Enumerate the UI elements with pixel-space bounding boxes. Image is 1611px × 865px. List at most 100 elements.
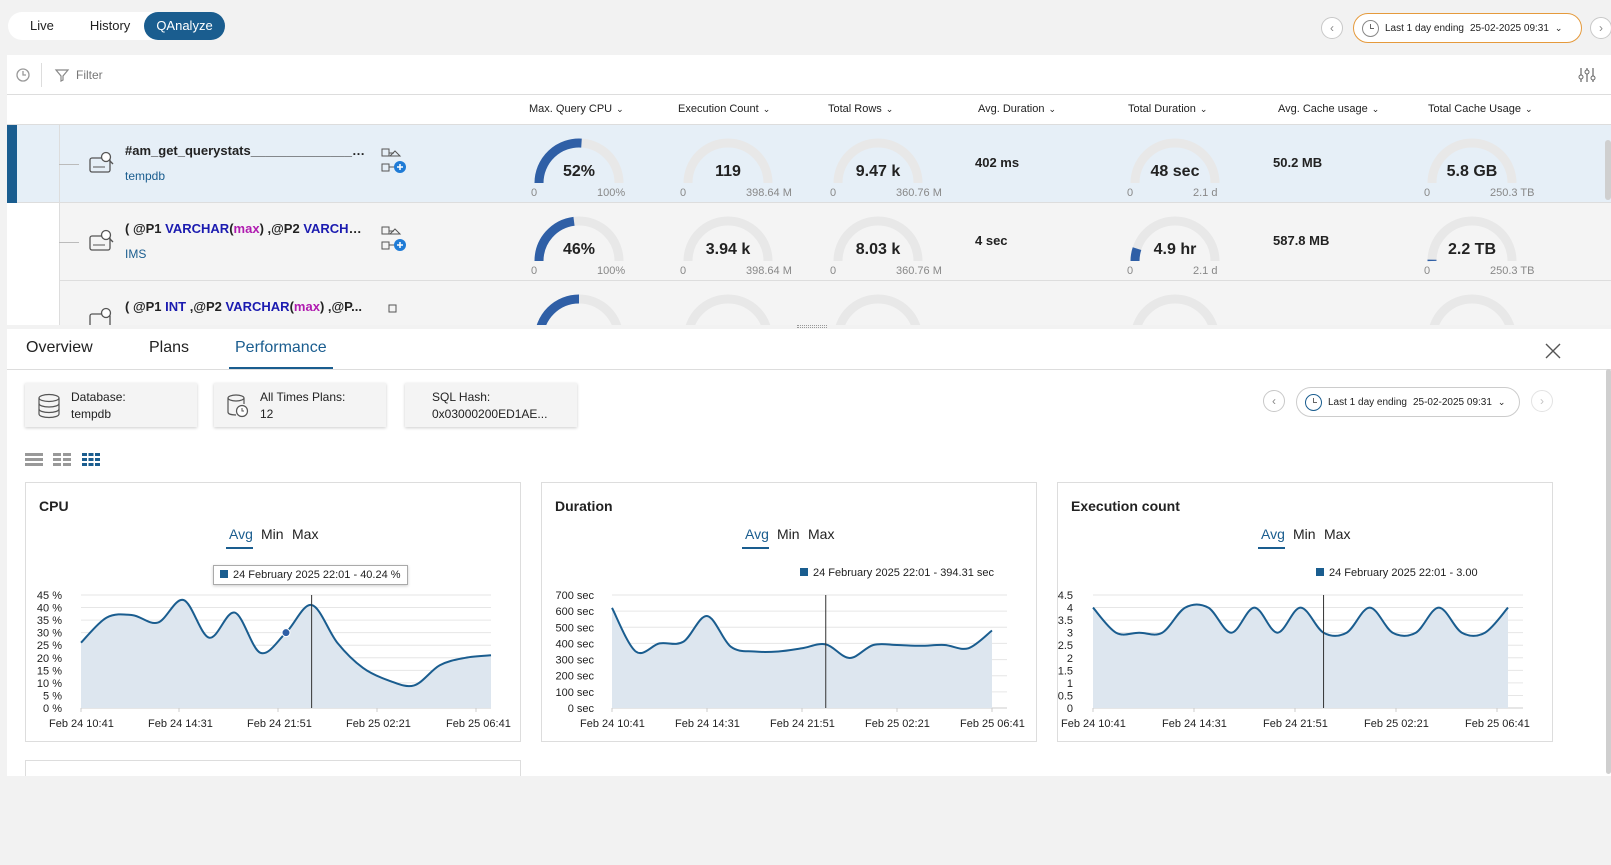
- query-title-token: VARCHA...: [303, 221, 365, 236]
- tab-history[interactable]: History: [76, 12, 144, 40]
- mode-tabs: Live History QAnalyze: [8, 12, 225, 40]
- series-area: [612, 607, 992, 708]
- database-label: Database:: [71, 390, 126, 404]
- gauge-max: 360.76 M: [896, 265, 942, 277]
- tab-performance[interactable]: Performance: [235, 339, 327, 369]
- layout-list-icon[interactable]: [24, 451, 44, 472]
- table-row[interactable]: #am_get_querystats___________________ te…: [7, 125, 1611, 203]
- query-title[interactable]: ( @P1 VARCHAR(max) ,@P2 VARCHA...: [125, 221, 365, 236]
- y-tick-label: 700 sec: [555, 590, 594, 602]
- detail-time-range-selector[interactable]: Last 1 day ending 25-02-2025 09:31 ⌄: [1296, 387, 1520, 417]
- layout-three-column-icon[interactable]: [81, 451, 101, 472]
- chevron-down-icon: ⌄: [1554, 22, 1563, 33]
- rows-gauge-partial: [828, 289, 928, 325]
- plan-add-icon[interactable]: [380, 147, 408, 180]
- total-rows-gauge: 8.03 k 0 360.76 M: [828, 211, 958, 281]
- tab-live[interactable]: Live: [8, 12, 76, 40]
- x-tick-label: Feb 24 10:41: [49, 718, 114, 730]
- query-database[interactable]: tempdb: [125, 169, 165, 183]
- total-duration-gauge: 4.9 hr 0 2.1 d: [1125, 211, 1255, 281]
- grid-scrollbar[interactable]: [1605, 140, 1611, 200]
- y-tick-label: 200 sec: [555, 671, 594, 683]
- query-database[interactable]: IMS: [125, 247, 146, 261]
- query-title-token: VARCHAR: [165, 221, 230, 236]
- cpu-gauge: 52% 0 100%: [529, 133, 659, 203]
- query-title-token: VARCHAR: [225, 299, 290, 314]
- gauge-max: 398.64 M: [746, 265, 792, 277]
- col-total-cache-usage[interactable]: Total Cache Usage ⌄: [1428, 103, 1533, 115]
- table-row[interactable]: ( @P1 INT ,@P2 VARCHAR(max) ,@P...: [7, 281, 1611, 325]
- y-tick-label: 0: [1067, 703, 1073, 715]
- gauge-max: 360.76 M: [896, 187, 942, 199]
- detail-scrollbar[interactable]: [1606, 369, 1611, 774]
- tab-qanalyze[interactable]: QAnalyze: [144, 12, 225, 40]
- col-execution-count[interactable]: Execution Count ⌄: [678, 103, 770, 115]
- col-max-query-cpu[interactable]: Max. Query CPU ⌄: [529, 103, 624, 115]
- col-avg-cache-usage[interactable]: Avg. Cache usage ⌄: [1278, 103, 1379, 115]
- close-icon[interactable]: [1543, 341, 1563, 361]
- database-clock-icon: [226, 393, 250, 422]
- y-tick-label: 45 %: [37, 590, 62, 602]
- cpu-chart: 0 %5 %10 %15 %20 %25 %30 %35 %40 %45 % Fe…: [37, 590, 511, 730]
- col-label: Total Rows: [828, 103, 882, 115]
- sql-hash-label: SQL Hash:: [432, 390, 491, 404]
- x-tick-label: Feb 25 02:21: [346, 718, 411, 730]
- y-tick-label: 3.5: [1058, 615, 1073, 627]
- hover-point[interactable]: [281, 628, 291, 638]
- gauge-max: 2.1 d: [1193, 187, 1218, 199]
- query-title[interactable]: ( @P1 INT ,@P2 VARCHAR(max) ,@P...: [125, 299, 365, 314]
- plan-icon[interactable]: [387, 303, 401, 322]
- layout-two-column-icon[interactable]: [52, 451, 72, 472]
- exec-gauge-partial: [678, 289, 778, 325]
- query-title-token: max: [293, 299, 320, 314]
- query-title[interactable]: #am_get_querystats___________________: [125, 143, 365, 158]
- col-label: Avg. Cache usage: [1278, 103, 1368, 115]
- duration-chart: 0 sec 100 sec 200 sec 300 sec 400 sec 500 sec…: [555, 590, 1024, 730]
- y-tick-label: 0.5: [1058, 690, 1073, 702]
- col-avg-duration[interactable]: Avg. Duration ⌄: [978, 103, 1056, 115]
- x-tick-label: Feb 24 21:51: [770, 718, 835, 730]
- detail-prev-range-button[interactable]: ‹: [1263, 390, 1285, 412]
- chevron-down-icon: ⌄: [616, 104, 624, 114]
- avg-duration-value: 402 ms: [975, 155, 1020, 170]
- detail-next-range-button[interactable]: ›: [1531, 390, 1553, 412]
- database-card: Database: tempdb: [25, 383, 197, 427]
- col-label: Avg. Duration: [978, 103, 1045, 115]
- table-row[interactable]: ( @P1 VARCHAR(max) ,@P2 VARCHA... IMS 46…: [7, 203, 1611, 281]
- avg-cache-value: 587.8 MB: [1273, 233, 1330, 248]
- gauge-value: 4.9 hr: [1153, 241, 1197, 258]
- time-range-selector[interactable]: Last 1 day ending 25-02-2025 09:31 ⌄: [1353, 13, 1582, 43]
- gauge-min: 0: [1424, 187, 1431, 199]
- column-settings-icon[interactable]: [1577, 65, 1597, 85]
- col-total-duration[interactable]: Total Duration ⌄: [1128, 103, 1207, 115]
- plan-add-icon[interactable]: [380, 225, 408, 258]
- y-tick-label: 1.5: [1058, 665, 1073, 677]
- cpu-gauge: 46% 0 100%: [529, 211, 659, 281]
- chevron-down-icon: ⌄: [762, 104, 771, 114]
- next-range-button[interactable]: ›: [1590, 17, 1611, 39]
- prev-range-button[interactable]: ‹: [1321, 17, 1343, 39]
- query-grid: Filter Max. Query CPU ⌄ Execution Count ⌄ …: [7, 55, 1611, 325]
- tab-overview[interactable]: Overview: [26, 339, 93, 369]
- database-icon: [37, 393, 61, 422]
- exec-count-gauge: 119 0 398.64 M: [678, 133, 808, 203]
- duration-gauge-partial: [1125, 289, 1225, 325]
- col-total-rows[interactable]: Total Rows ⌄: [828, 103, 893, 115]
- gauge-max: 250.3 TB: [1490, 265, 1535, 277]
- execution-count-chart-card: Execution count Avg Min Max 24 February …: [1057, 482, 1553, 742]
- y-tick-label: 3: [1067, 628, 1073, 640]
- col-label: Max. Query CPU: [529, 103, 613, 115]
- gauge-max: 2.1 d: [1193, 265, 1218, 277]
- y-tick-label: 30 %: [37, 628, 62, 640]
- query-title-token: max: [233, 221, 260, 236]
- gauge-min: 0: [830, 187, 837, 199]
- gauge-min: 0: [680, 265, 687, 277]
- y-tick-label: 1: [1067, 678, 1073, 690]
- query-title-token: ,@P2: [186, 299, 226, 314]
- history-icon[interactable]: [13, 65, 33, 85]
- total-cache-gauge: 5.8 GB 0 250.3 TB: [1422, 133, 1552, 203]
- y-tick-label: 0 sec: [568, 703, 595, 715]
- tab-plans[interactable]: Plans: [149, 339, 189, 369]
- filter-input[interactable]: Filter: [76, 68, 103, 82]
- detail-panel: Overview Plans Performance Database: tem…: [7, 329, 1611, 865]
